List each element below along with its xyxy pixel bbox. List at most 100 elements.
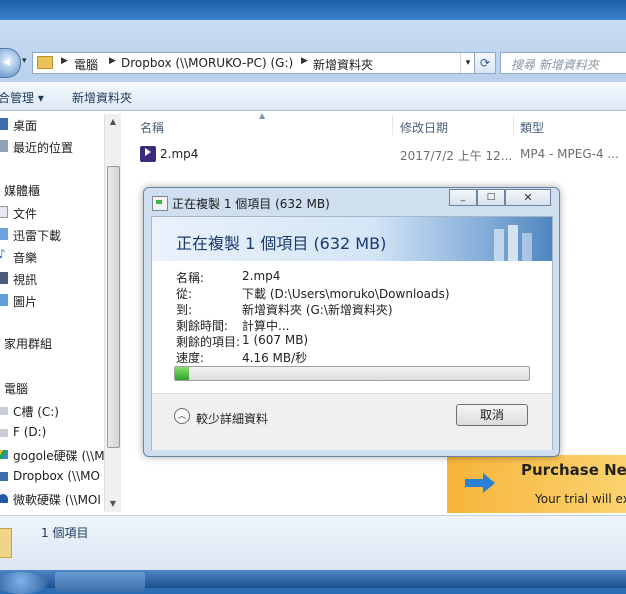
sidebar-libraries[interactable]: 媒體櫃 <box>4 182 40 199</box>
sidebar-item-label: 圖片 <box>13 295 38 309</box>
cloud-drive-icon <box>0 494 8 503</box>
progress-fill <box>175 367 190 380</box>
pictures-icon <box>0 294 8 306</box>
breadcrumb-separator-icon[interactable]: ▶ <box>61 56 68 66</box>
sidebar-computer[interactable]: 電腦 <box>4 380 28 397</box>
file-name: 2.mp4 <box>160 147 199 161</box>
taskbar <box>0 570 626 594</box>
maximize-button[interactable]: □ <box>477 189 505 206</box>
column-header-date[interactable]: 修改日期 <box>400 119 448 136</box>
sidebar-homegroup[interactable]: 家用群組 <box>4 335 52 352</box>
status-bar: 1 個項目 <box>0 515 626 571</box>
column-header-name[interactable]: 名稱 <box>140 119 164 136</box>
desktop-background <box>0 0 626 20</box>
items-left-label: 剩餘的項目: <box>176 335 241 349</box>
breadcrumb-dropbox[interactable]: Dropbox (\\MORUKO-PC) (G:) <box>121 56 293 70</box>
speed-label: 速度: <box>176 351 205 365</box>
search-input[interactable]: 搜尋 新增資料夾 <box>500 52 626 74</box>
cancel-button[interactable]: 取消 <box>456 404 528 426</box>
column-divider[interactable] <box>392 115 393 135</box>
copy-icon <box>152 196 168 211</box>
sidebar-scrollbar[interactable]: ▲ ▼ <box>104 114 121 512</box>
drive-icon <box>0 429 8 437</box>
documents-icon <box>0 206 8 218</box>
sidebar-item-label: 視訊 <box>13 273 38 287</box>
sidebar-item-label: 最近的位置 <box>13 141 74 155</box>
dialog-footer: ︿ 較少詳細資料 取消 <box>152 393 552 450</box>
speed-value: 4.16 MB/秒 <box>242 351 308 365</box>
time-left-label: 剩餘時間: <box>176 319 229 333</box>
organize-button[interactable]: 組合管理 ▾ <box>0 89 44 106</box>
toolbar: 組合管理 ▾ 新增資料夾 <box>0 82 626 111</box>
netdrive-logo-icon <box>465 473 495 493</box>
dialog-body: 正在複製 1 個項目 (632 MB) 名稱: 2.mp4 從: 下載 (D:\… <box>151 216 553 450</box>
desktop-icon <box>0 118 8 130</box>
sidebar-item-label: 文件 <box>13 207 38 221</box>
banner-title: Purchase Neth <box>521 461 626 479</box>
banner-text: Your trial will exp <box>535 492 626 506</box>
progress-bar <box>174 366 530 381</box>
drive-icon <box>0 407 8 415</box>
sidebar-item-label: gogole硬碟 (\\MO <box>13 449 115 463</box>
refresh-icon[interactable]: ⟳ <box>474 52 496 74</box>
recent-places-icon <box>0 140 8 152</box>
scrollbar-thumb[interactable] <box>107 166 120 448</box>
sidebar-item-label: 音樂 <box>13 251 38 265</box>
address-dropdown-icon[interactable]: ▾ <box>460 53 475 73</box>
column-header-type[interactable]: 類型 <box>520 119 544 136</box>
back-arrow-icon: ◂ <box>3 54 11 70</box>
scroll-up-icon[interactable]: ▲ <box>105 114 121 130</box>
network-drive-icon <box>0 450 8 459</box>
sidebar-item-label: Dropbox (\\MO <box>13 469 100 483</box>
taskbar-button[interactable] <box>55 572 145 592</box>
to-value: 新增資料夾 (G:\新增資料夾) <box>242 303 393 317</box>
name-value: 2.mp4 <box>242 269 281 283</box>
time-left-value: 計算中... <box>242 319 290 333</box>
breadcrumb-new-folder[interactable]: 新增資料夾 <box>313 56 373 73</box>
decorative-bars-icon <box>494 225 532 261</box>
thunder-downloads-icon <box>0 228 8 240</box>
file-date: 2017/7/2 上午 12... <box>400 149 513 163</box>
less-details-link[interactable]: 較少詳細資料 <box>196 410 268 427</box>
start-button[interactable] <box>0 572 48 594</box>
breadcrumb-separator-icon[interactable]: ▶ <box>109 56 116 66</box>
file-type: MP4 - MPEG-4 ... <box>520 147 619 161</box>
sidebar-item-label: 迅雷下載 <box>13 229 62 243</box>
minimize-button[interactable]: _ <box>449 189 477 206</box>
folder-icon <box>0 528 12 558</box>
copy-progress-dialog: 正在複製 1 個項目 (632 MB) _ □ ✕ 正在複製 1 個項目 (63… <box>143 187 560 457</box>
purchase-banner[interactable]: Purchase Neth Your trial will exp <box>447 455 626 513</box>
breadcrumb-computer[interactable]: 電腦 <box>74 56 98 73</box>
from-value: 下載 (D:\Users\moruko\Downloads) <box>242 287 450 301</box>
list-item[interactable]: 2.mp4 2017/7/2 上午 12... MP4 - MPEG-4 ... <box>122 145 626 165</box>
folder-icon <box>37 56 53 69</box>
from-label: 從: <box>176 287 193 301</box>
column-divider[interactable] <box>513 115 514 135</box>
breadcrumb-separator-icon[interactable]: ▶ <box>301 56 308 66</box>
close-button[interactable]: ✕ <box>505 189 551 206</box>
recent-pages-dropdown-icon[interactable]: ▾ <box>22 56 27 66</box>
sidebar-item-label: 桌面 <box>13 119 38 133</box>
item-count: 1 個項目 <box>41 526 89 540</box>
sidebar-item-label: F (D:) <box>13 425 47 439</box>
dialog-header: 正在複製 1 個項目 (632 MB) <box>152 217 552 261</box>
dialog-title: 正在複製 1 個項目 (632 MB) <box>172 197 330 211</box>
name-label: 名稱: <box>176 271 205 285</box>
network-drive-icon <box>0 472 8 481</box>
sort-ascending-icon: ▲ <box>259 111 266 120</box>
collapse-chevron-icon[interactable]: ︿ <box>174 408 190 424</box>
new-folder-button[interactable]: 新增資料夾 <box>72 89 132 106</box>
sidebar-item-label: 微軟硬碟 (\\MOI <box>13 493 101 507</box>
dialog-heading: 正在複製 1 個項目 (632 MB) <box>176 234 387 253</box>
items-left-value: 1 (607 MB) <box>242 333 309 347</box>
search-placeholder: 搜尋 新增資料夾 <box>511 58 599 72</box>
window-chrome: ◂ ▾ ▶ 電腦 ▶ Dropbox (\\MORUKO-PC) (G:) ▶ … <box>0 20 626 82</box>
navigation-pane: 桌面 最近的位置 媒體櫃 文件 迅雷下載 ♪ 音樂 視訊 圖片 家用群組 電腦 <box>0 111 120 515</box>
address-bar[interactable]: ▶ 電腦 ▶ Dropbox (\\MORUKO-PC) (G:) ▶ 新增資料… <box>32 52 496 74</box>
music-icon: ♪ <box>0 247 6 261</box>
to-label: 到: <box>176 303 193 317</box>
back-button[interactable]: ◂ <box>0 48 21 78</box>
videos-icon <box>0 272 8 284</box>
scroll-down-icon[interactable]: ▼ <box>105 496 121 512</box>
sidebar-item-label: C槽 (C:) <box>13 405 59 419</box>
